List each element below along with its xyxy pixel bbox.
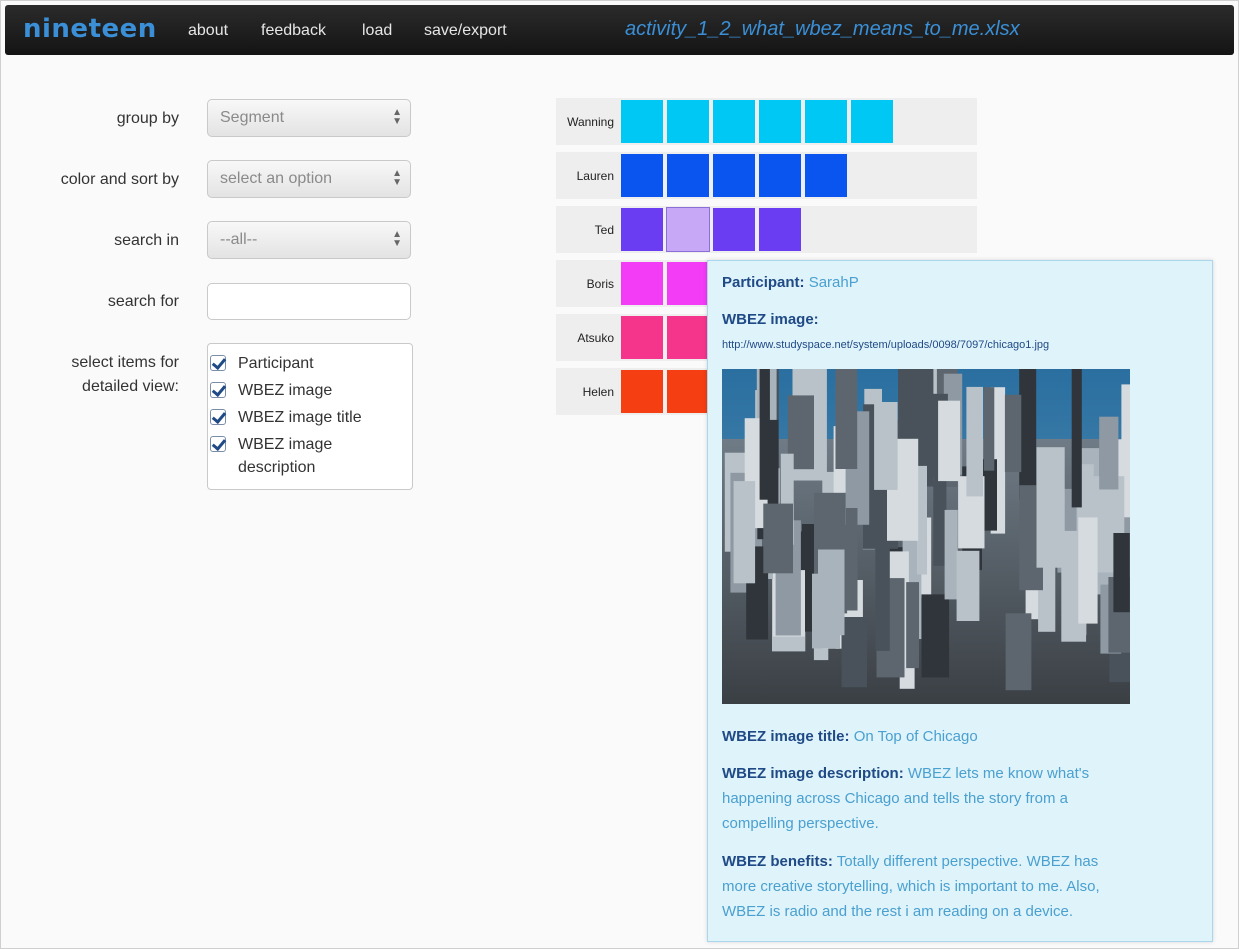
color-sort-value: select an option [220,170,333,187]
description-value: WBEZ lets me know what's [907,765,1090,782]
nav-save-export[interactable]: save/export [424,22,507,40]
chart-cell[interactable] [621,100,663,143]
item-label: description [238,459,316,476]
chart-cell[interactable] [667,316,709,359]
item-label: WBEZ image title [238,409,362,426]
row-label: Lauren [576,169,614,183]
nav-feedback[interactable]: feedback [261,22,326,40]
list-item[interactable]: WBEZ image description [210,433,408,479]
group-by-select[interactable]: Segment ▲ ▼ [207,99,411,137]
search-in-label: search in [114,232,179,249]
top-navbar: nineteen about feedback load save/export… [5,5,1234,55]
row-label: Wanning [567,115,614,129]
checkbox-participant[interactable] [210,355,226,371]
participant-line: Participant: SarahP [722,270,1202,295]
benefits-line: WBEZ benefits: Totally different perspec… [722,849,1202,924]
chart-cell[interactable] [713,154,755,197]
item-label: Participant [238,355,314,372]
city-photo [722,369,1130,704]
list-item[interactable]: WBEZ image title [210,406,408,429]
benefits-value: Totally different perspective. WBEZ has [836,853,1099,870]
chart-cell[interactable] [713,100,755,143]
list-item[interactable]: Participant [210,352,408,375]
select-items-label-1: select items for [71,354,179,371]
search-in-value: --all-- [220,231,258,248]
row-label: Boris [586,277,614,291]
color-sort-select[interactable]: select an option ▲ ▼ [207,160,411,198]
chart-cell[interactable] [805,154,847,197]
search-for-input[interactable] [207,283,411,320]
chart-cell[interactable] [759,100,801,143]
chart-cell-selected[interactable] [666,207,710,252]
benefits-key: WBEZ benefits: [722,853,833,870]
description-value: happening across Chicago and tells the s… [722,790,1069,807]
checkbox-wbez-image[interactable] [210,382,226,398]
chart-cell[interactable] [667,100,709,143]
color-sort-label: color and sort by [60,171,179,188]
file-title: activity_1_2_what_wbez_means_to_me.xlsx [625,18,1020,40]
participant-key: Participant: [722,274,805,291]
group-by-label: group by [116,110,179,127]
chart-cell[interactable] [759,154,801,197]
chart-cell[interactable] [621,316,663,359]
select-items-label-2: detailed view: [82,378,179,395]
search-for-label: search for [107,293,179,310]
image-key: WBEZ image: [722,307,1202,332]
chart-cell[interactable] [621,154,663,197]
chart-cell[interactable] [759,208,801,251]
title-key: WBEZ image title: [722,728,850,745]
image-url[interactable]: http://www.studyspace.net/system/uploads… [722,333,1202,358]
checkbox-wbez-image-description[interactable] [210,436,226,452]
brand-logo[interactable]: nineteen [23,14,157,44]
select-arrows-icon: ▲ ▼ [392,168,402,188]
checkbox-wbez-image-title[interactable] [210,409,226,425]
title-line: WBEZ image title: On Top of Chicago [722,724,1202,749]
chart-cell[interactable] [805,100,847,143]
row-label: Helen [582,385,614,399]
benefits-value: WBEZ is radio and the rest i am reading … [722,903,1074,920]
row-label: Atsuko [577,331,614,345]
select-arrows-icon: ▲ ▼ [392,107,402,127]
participant-value: SarahP [808,274,859,291]
chart-cell[interactable] [667,154,709,197]
nav-about[interactable]: about [188,22,228,40]
detail-items-list[interactable]: Participant WBEZ image WBEZ image title … [207,343,413,490]
detail-popup: Participant: SarahP WBEZ image: http://w… [707,260,1213,942]
list-item[interactable]: WBEZ image [210,379,408,402]
item-label: WBEZ image [238,436,333,453]
description-value: compelling perspective. [722,815,879,832]
group-by-value: Segment [220,109,285,126]
row-label: Ted [594,223,614,237]
chart-cell[interactable] [621,208,663,251]
nav-load[interactable]: load [362,22,392,40]
search-in-select[interactable]: --all-- ▲ ▼ [207,221,411,259]
benefits-value: more creative storytelling, which is imp… [722,878,1100,895]
description-line: WBEZ image description: WBEZ lets me kno… [722,761,1202,836]
description-key: WBEZ image description: [722,765,904,782]
chart-cell[interactable] [851,100,893,143]
title-value: On Top of Chicago [853,728,978,745]
chart-cell[interactable] [667,262,709,305]
item-label: WBEZ image [238,382,333,399]
chart-cell[interactable] [621,262,663,305]
image-key-label: WBEZ image: [722,311,819,328]
chart-cell[interactable] [621,370,663,413]
chart-cell[interactable] [713,208,755,251]
select-arrows-icon: ▲ ▼ [392,229,402,249]
chart-cell[interactable] [667,370,709,413]
